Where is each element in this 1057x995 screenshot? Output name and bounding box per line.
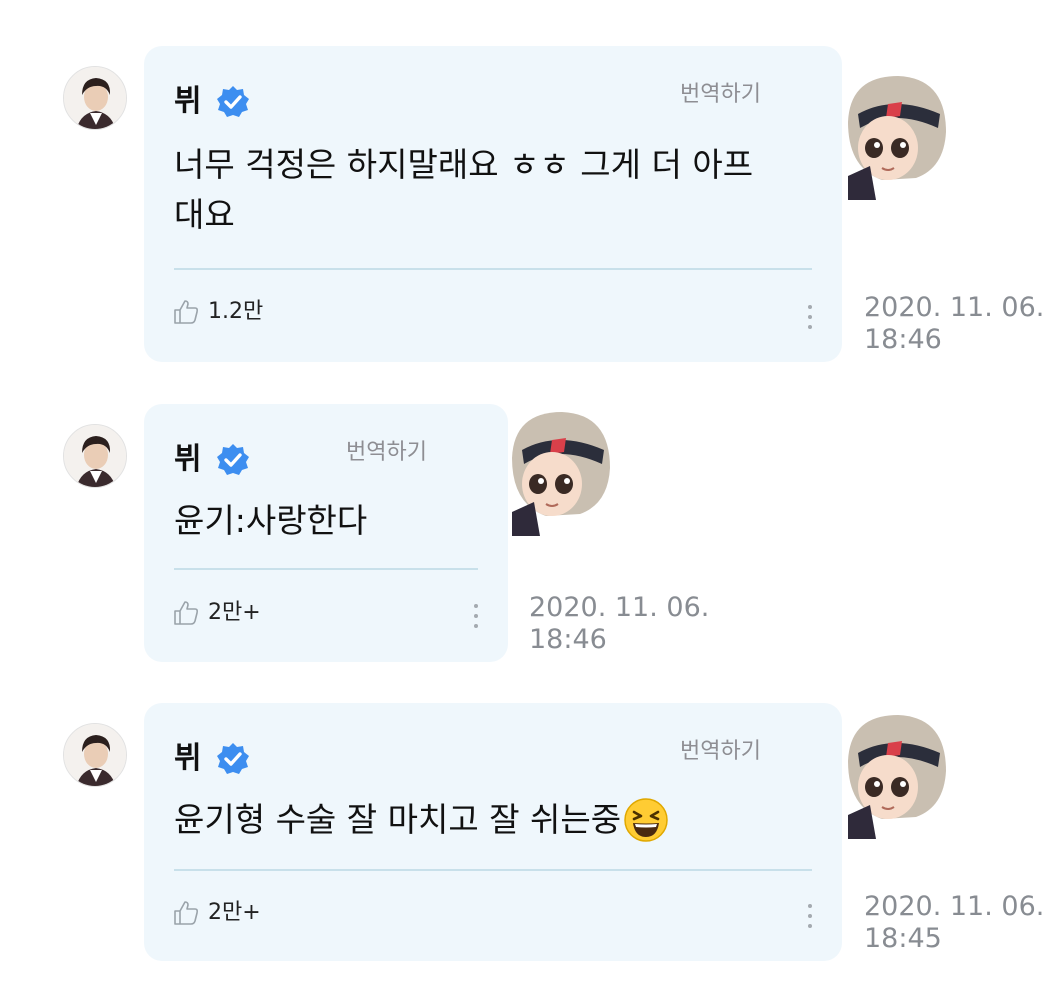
verified-badge-icon xyxy=(216,86,249,117)
message-text: 윤기:사랑한다 xyxy=(174,501,368,540)
like-count: 2만+ xyxy=(208,600,261,625)
like-count: 2만+ xyxy=(208,900,261,925)
avatar[interactable] xyxy=(63,424,127,488)
message-bubble: 뷔 번역하기 너무 걱정은 하지말래요 ㅎㅎ 그게 더 아프 대요 1.2만 xyxy=(144,46,842,362)
vertical-dots-icon[interactable] xyxy=(804,901,816,931)
thumbs-up-icon xyxy=(174,901,199,925)
character-sticker xyxy=(512,412,610,536)
thumbs-up-icon xyxy=(174,601,199,625)
timestamp-time: 18:46 xyxy=(864,324,942,355)
vertical-dots-icon[interactable] xyxy=(804,302,816,332)
timestamp: 2020. 11. 06. 18:46 xyxy=(529,592,709,656)
like-count: 1.2만 xyxy=(208,299,264,324)
translate-link[interactable]: 번역하기 xyxy=(680,737,761,767)
author-name[interactable]: 뷔 xyxy=(174,82,202,122)
timestamp: 2020. 11. 06. 18:46 xyxy=(864,292,1044,356)
translate-link[interactable]: 번역하기 xyxy=(680,80,761,110)
author-row: 뷔 xyxy=(174,739,250,779)
character-sticker xyxy=(848,76,946,200)
timestamp-time: 18:45 xyxy=(864,923,942,954)
author-row: 뷔 xyxy=(174,82,250,122)
timestamp-date: 2020. 11. 06. xyxy=(864,292,1045,323)
verified-badge-icon xyxy=(216,444,249,475)
avatar[interactable] xyxy=(63,723,127,787)
like-button[interactable]: 2만+ xyxy=(172,598,261,628)
message-item: 뷔 번역하기 윤기:사랑한다 2만+ 2020. 11. 06. 18:46 xyxy=(0,404,1057,662)
message-bubble: 뷔 번역하기 윤기형 수술 잘 마치고 잘 쉬는중 2만+ xyxy=(144,703,842,961)
author-name[interactable]: 뷔 xyxy=(174,739,202,779)
message-text: 너무 걱정은 하지말래요 ㅎㅎ 그게 더 아프 대요 xyxy=(174,145,754,234)
message-item: 뷔 번역하기 너무 걱정은 하지말래요 ㅎㅎ 그게 더 아프 대요 1.2만 2… xyxy=(0,46,1057,362)
like-button[interactable]: 1.2만 xyxy=(172,297,263,327)
laughing-face-icon xyxy=(624,798,668,842)
message-text: 윤기형 수술 잘 마치고 잘 쉬는중 xyxy=(174,795,824,845)
vertical-dots-icon[interactable] xyxy=(470,601,482,631)
timestamp-time: 18:46 xyxy=(529,624,607,655)
author-name[interactable]: 뷔 xyxy=(174,440,202,480)
timestamp: 2020. 11. 06. 18:45 xyxy=(864,891,1044,955)
character-sticker xyxy=(848,715,946,839)
author-row: 뷔 xyxy=(174,440,250,480)
avatar[interactable] xyxy=(63,66,127,130)
like-button[interactable]: 2만+ xyxy=(172,898,261,928)
message-item: 뷔 번역하기 윤기형 수술 잘 마치고 잘 쉬는중 2만+ 2020. 11. … xyxy=(0,703,1057,961)
message-text-body: 윤기형 수술 잘 마치고 잘 쉬는중 xyxy=(174,800,622,839)
timestamp-date: 2020. 11. 06. xyxy=(529,592,710,623)
divider xyxy=(174,568,478,570)
divider xyxy=(174,268,812,270)
timestamp-date: 2020. 11. 06. xyxy=(864,891,1045,922)
message-bubble: 뷔 번역하기 윤기:사랑한다 2만+ xyxy=(144,404,508,662)
translate-link[interactable]: 번역하기 xyxy=(346,438,427,468)
divider xyxy=(174,869,812,871)
thumbs-up-icon xyxy=(174,300,199,324)
verified-badge-icon xyxy=(216,743,249,774)
